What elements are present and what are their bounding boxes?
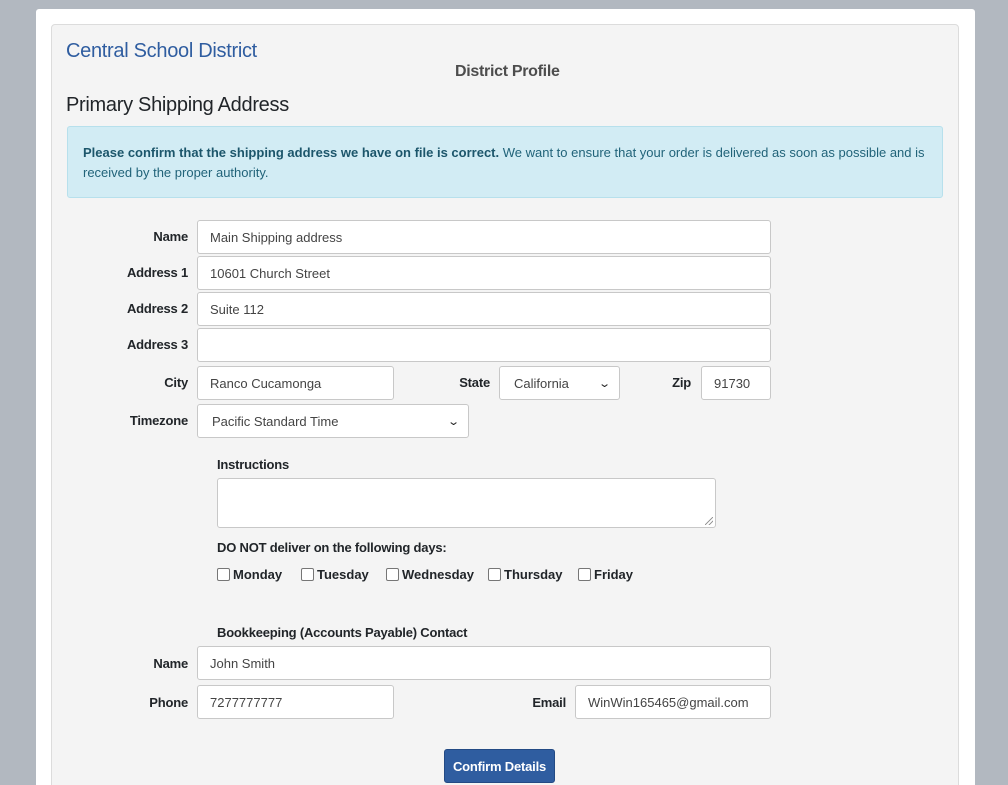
address1-label: Address 1 <box>126 265 188 280</box>
zip-field[interactable]: 91730 <box>701 366 771 400</box>
state-select[interactable]: California ⌄ <box>499 366 620 400</box>
checkbox-wednesday[interactable]: Wednesday <box>386 567 474 582</box>
contact-name-field[interactable]: John Smith <box>197 646 771 680</box>
checkbox-thursday[interactable]: Thursday <box>488 567 563 582</box>
resize-grip-icon[interactable] <box>705 517 713 525</box>
email-field[interactable]: WinWin165465@gmail.com <box>575 685 771 719</box>
section-title: Primary Shipping Address <box>66 94 289 116</box>
address2-field[interactable]: Suite 112 <box>197 292 771 326</box>
district-name: Central School District <box>66 40 257 62</box>
name-field[interactable]: Main Shipping address <box>197 220 771 254</box>
timezone-value: Pacific Standard Time <box>212 413 339 429</box>
checkbox-icon[interactable] <box>301 568 314 581</box>
checkbox-icon[interactable] <box>386 568 399 581</box>
address3-label: Address 3 <box>126 337 188 352</box>
chevron-down-icon: ⌄ <box>597 377 611 390</box>
phone-label: Phone <box>149 695 188 710</box>
checkbox-icon[interactable] <box>578 568 591 581</box>
bookkeeping-title: Bookkeeping (Accounts Payable) Contact <box>217 625 468 640</box>
address1-field[interactable]: 10601 Church Street <box>197 256 771 290</box>
checkbox-label: Tuesday <box>317 567 369 582</box>
chevron-down-icon: ⌄ <box>446 415 460 428</box>
city-label: City <box>164 375 188 390</box>
checkbox-icon[interactable] <box>217 568 230 581</box>
instructions-textarea[interactable] <box>217 478 716 528</box>
delivery-days-label: DO NOT deliver on the following days: <box>217 540 447 555</box>
city-field[interactable]: Ranco Cucamonga <box>197 366 394 400</box>
instructions-label: Instructions <box>217 457 289 472</box>
address3-field[interactable] <box>197 328 771 362</box>
checkbox-label: Monday <box>233 567 283 582</box>
name-label: Name <box>153 229 188 244</box>
address2-label: Address 2 <box>126 301 188 316</box>
phone-field[interactable]: 7277777777 <box>197 685 394 719</box>
contact-name-label: Name <box>153 656 188 671</box>
timezone-label: Timezone <box>129 413 188 428</box>
alert-bold-text: Please confirm that the shipping address… <box>83 145 500 160</box>
email-label: Email <box>532 695 566 710</box>
info-alert: Please confirm that the shipping address… <box>67 126 943 198</box>
zip-label: Zip <box>672 375 691 390</box>
page-title: District Profile <box>455 63 560 80</box>
checkbox-tuesday[interactable]: Tuesday <box>301 567 369 582</box>
checkbox-icon[interactable] <box>488 568 501 581</box>
timezone-select[interactable]: Pacific Standard Time ⌄ <box>197 404 469 438</box>
state-value: California <box>514 375 569 391</box>
confirm-details-button[interactable]: Confirm Details <box>444 749 555 783</box>
checkbox-label: Wednesday <box>402 567 475 582</box>
checkbox-label: Thursday <box>504 567 563 582</box>
state-label: State <box>459 375 490 390</box>
checkbox-monday[interactable]: Monday <box>217 567 282 582</box>
checkbox-friday[interactable]: Friday <box>578 567 633 582</box>
checkbox-label: Friday <box>594 567 634 582</box>
